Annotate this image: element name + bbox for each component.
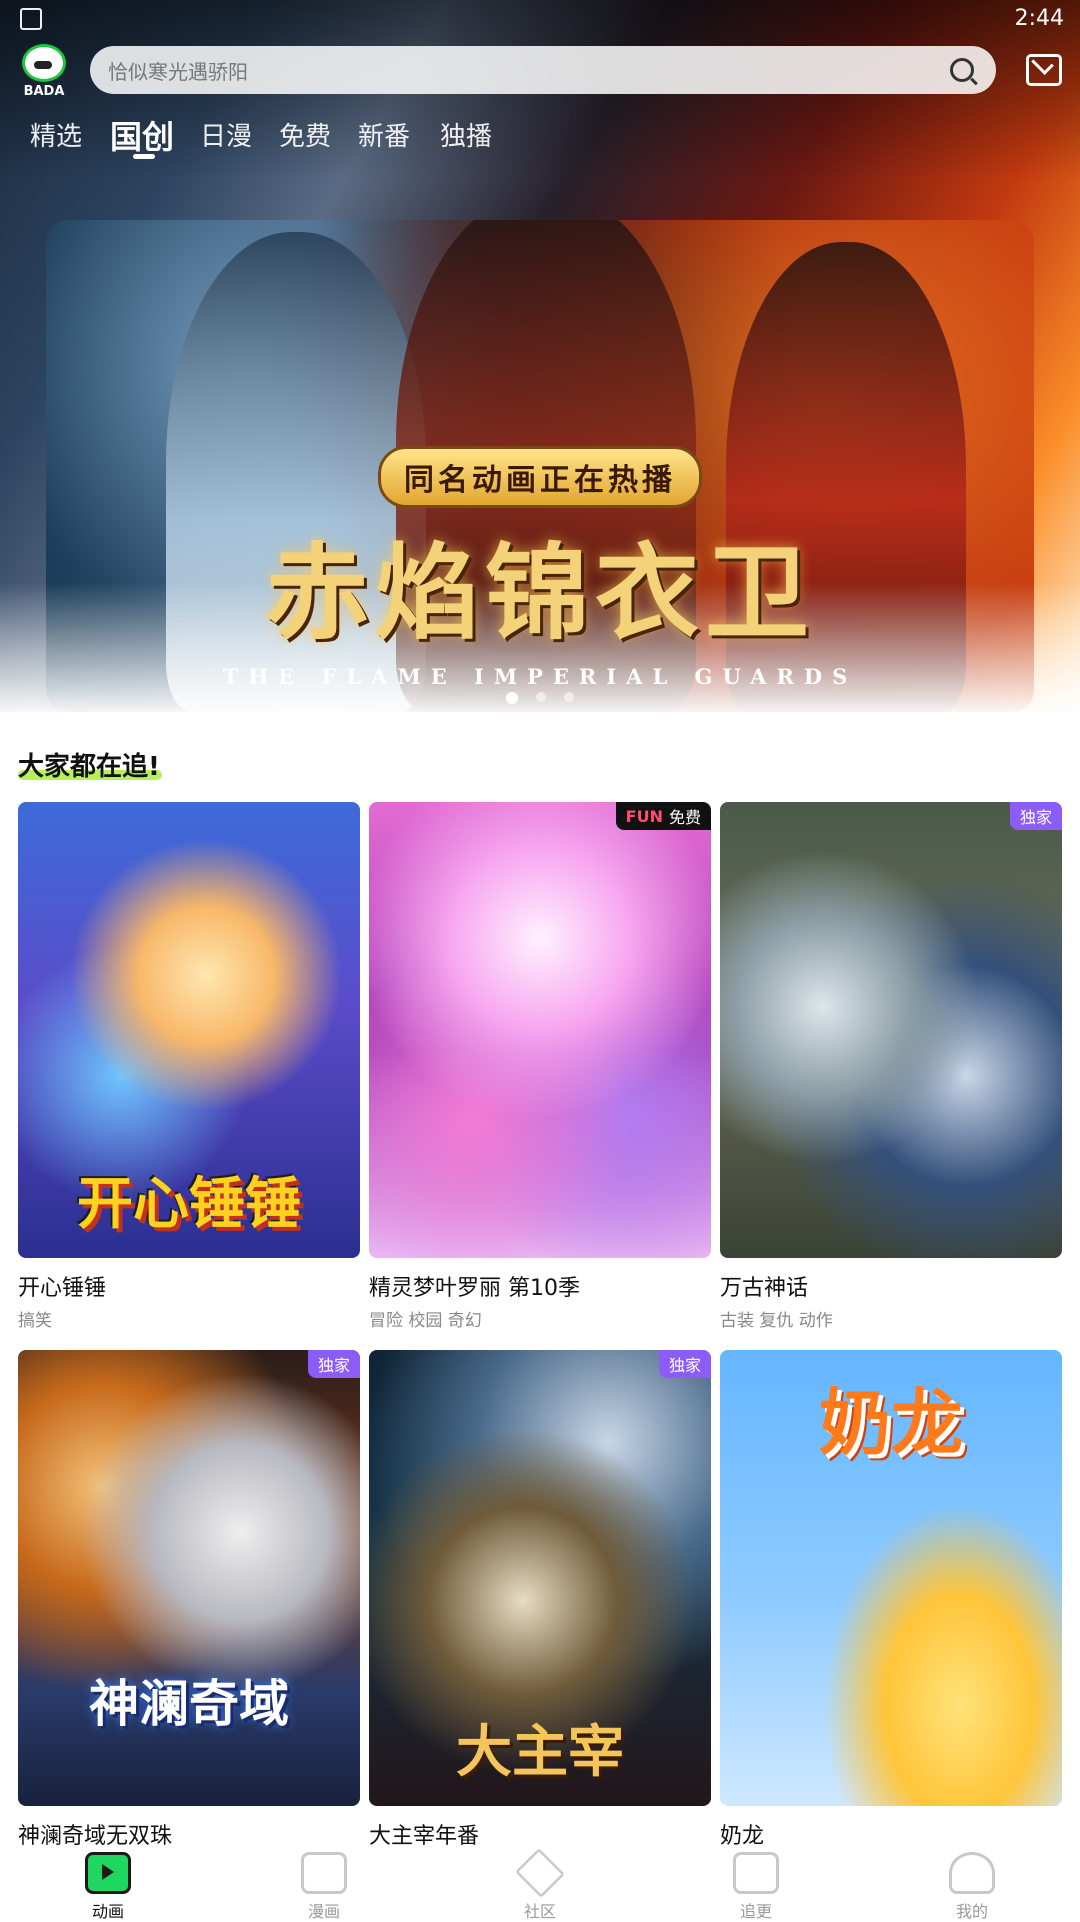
pagination-dot[interactable] xyxy=(564,692,574,702)
pagination-dot[interactable] xyxy=(536,692,546,702)
nav-label: 社区 xyxy=(523,1902,556,1921)
category-tabs: 精选 国创 日漫 免费 新番 独播 xyxy=(0,112,540,172)
anime-card[interactable]: 奶龙 奶龙 xyxy=(720,1350,1062,1850)
anime-tags: 搞笑 xyxy=(18,1311,52,1331)
free-badge: FUN 免费 xyxy=(615,802,711,830)
nav-label: 我的 xyxy=(955,1902,988,1921)
section-title: 大家都在追! xyxy=(18,752,160,782)
notification-icon xyxy=(20,8,42,30)
tab-riman[interactable]: 日漫 xyxy=(200,116,252,153)
anime-title[interactable]: 精灵梦叶罗丽 第10季 xyxy=(369,1270,711,1302)
poster-title: 大主宰 xyxy=(456,1719,624,1785)
app-logo[interactable]: BADA xyxy=(20,44,68,99)
nav-anime[interactable]: 动画 xyxy=(0,1846,216,1921)
banner-tagline: 同名动画正在热播 xyxy=(378,446,702,508)
banner-pagination xyxy=(0,692,1080,704)
badge-label: 免费 xyxy=(668,808,701,827)
anime-title[interactable]: 万古神话 xyxy=(720,1270,1062,1302)
active-tab-indicator xyxy=(133,154,155,159)
poster-title: 神澜奇域 xyxy=(89,1674,289,1733)
anime-tags: 冒险 校园 奇幻 xyxy=(369,1311,482,1331)
follow-box-icon xyxy=(733,1852,779,1894)
anime-poster[interactable]: 开心锤锤 xyxy=(18,802,360,1258)
tv-play-icon xyxy=(85,1852,131,1894)
banner-subtitle: THE FLAME IMPERIAL GUARDS xyxy=(222,664,858,689)
nav-comic[interactable]: 漫画 xyxy=(216,1846,432,1921)
profile-icon xyxy=(949,1852,995,1894)
search-placeholder[interactable]: 恰似寒光遇骄阳 xyxy=(108,56,950,85)
tab-xinfan[interactable]: 新番 xyxy=(358,116,410,153)
status-bar: 2:44 xyxy=(0,0,1080,36)
nav-community[interactable]: 社区 xyxy=(432,1846,648,1921)
hero-banner[interactable]: 同名动画正在热播 赤焰锦衣卫 THE FLAME IMPERIAL GUARDS xyxy=(0,0,1080,712)
anime-card[interactable]: FUN 免费 精灵梦叶罗丽 第10季 冒险 校园 奇幻 xyxy=(369,802,711,1331)
status-time: 2:44 xyxy=(1014,6,1064,31)
anime-card[interactable]: 开心锤锤 开心锤锤 搞笑 xyxy=(18,802,360,1331)
nav-label: 漫画 xyxy=(307,1902,340,1921)
exclusive-badge: 独家 xyxy=(658,1350,711,1378)
exclusive-badge: 独家 xyxy=(307,1350,360,1378)
nav-follow[interactable]: 追更 xyxy=(648,1846,864,1921)
tab-jingxuan[interactable]: 精选 xyxy=(30,116,82,153)
tab-dubo[interactable]: 独播 xyxy=(440,116,492,153)
bottom-navigation: 动画 漫画 社区 追更 我的 xyxy=(0,1846,1080,1921)
nav-label: 动画 xyxy=(91,1902,124,1921)
anime-poster[interactable]: 独家 神澜奇域 xyxy=(18,1350,360,1806)
anime-poster[interactable]: 奶龙 xyxy=(720,1350,1062,1806)
fun-brand-mark: FUN xyxy=(625,806,663,826)
poster-title: 奶龙 xyxy=(818,1380,963,1465)
logo-text: BADA xyxy=(23,84,65,99)
anime-card[interactable]: 独家 神澜奇域 神澜奇域无双珠 xyxy=(18,1350,360,1850)
pagination-dot-active[interactable] xyxy=(506,692,518,704)
search-bar[interactable]: 恰似寒光遇骄阳 xyxy=(90,46,996,94)
poster-title: 开心锤锤 xyxy=(77,1171,301,1237)
tab-guochuang[interactable]: 国创 xyxy=(110,112,174,158)
mail-icon[interactable] xyxy=(1026,54,1062,86)
banner-title: 赤焰锦衣卫 xyxy=(264,531,815,654)
exclusive-badge: 独家 xyxy=(1009,802,1062,830)
anime-card[interactable]: 独家 万古神话 古装 复仇 动作 xyxy=(720,802,1062,1331)
comic-icon xyxy=(301,1852,347,1894)
logo-icon xyxy=(22,44,66,82)
anime-title[interactable]: 开心锤锤 xyxy=(18,1270,360,1302)
nav-profile[interactable]: 我的 xyxy=(864,1846,1080,1921)
anime-card[interactable]: 独家 大主宰 大主宰年番 xyxy=(369,1350,711,1850)
community-icon xyxy=(515,1848,565,1898)
anime-poster[interactable]: FUN 免费 xyxy=(369,802,711,1258)
anime-tags: 古装 复仇 动作 xyxy=(720,1311,833,1331)
nav-label: 追更 xyxy=(739,1902,772,1921)
anime-poster[interactable]: 独家 xyxy=(720,802,1062,1258)
tab-mianfei[interactable]: 免费 xyxy=(279,116,331,153)
anime-poster[interactable]: 独家 大主宰 xyxy=(369,1350,711,1806)
search-icon[interactable] xyxy=(950,58,974,82)
